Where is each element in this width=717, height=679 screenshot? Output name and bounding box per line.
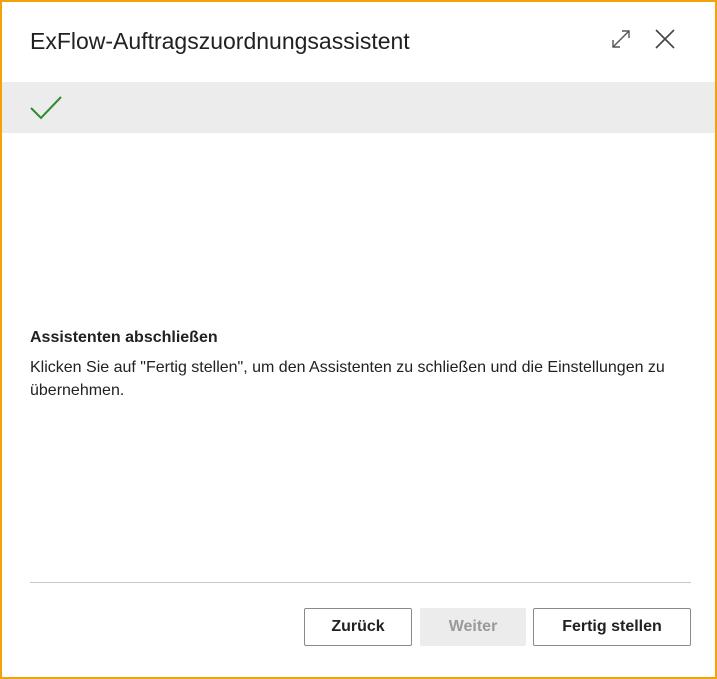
close-button[interactable] — [650, 24, 680, 54]
expand-button[interactable] — [606, 24, 636, 54]
dialog-title: ExFlow-Auftragszuordnungsassistent — [30, 28, 410, 54]
expand-icon — [612, 30, 630, 48]
step-banner — [2, 82, 715, 133]
content-description: Klicken Sie auf "Fertig stellen", um den… — [30, 359, 665, 399]
next-button[interactable]: Weiter — [420, 608, 526, 646]
content-area: Assistenten abschließen Klicken Sie auf … — [30, 326, 692, 402]
finish-button[interactable]: Fertig stellen — [533, 608, 691, 646]
wizard-dialog: ExFlow-Auftragszuordnungsassistent Assis… — [0, 0, 717, 679]
checkmark-icon — [30, 96, 62, 120]
back-button[interactable]: Zurück — [304, 608, 412, 646]
footer-divider — [30, 582, 691, 583]
dialog-header: ExFlow-Auftragszuordnungsassistent — [2, 2, 715, 82]
close-icon — [655, 29, 675, 49]
content-heading: Assistenten abschließen — [30, 329, 218, 346]
